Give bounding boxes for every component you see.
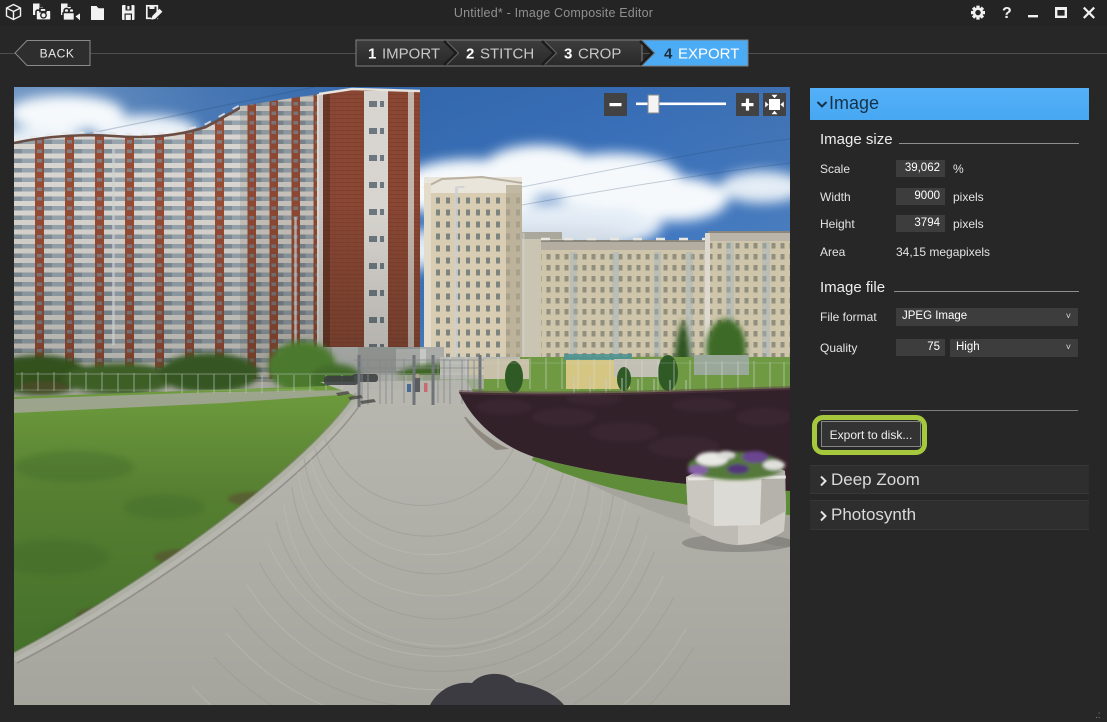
svg-text:IMPORT: IMPORT xyxy=(382,46,440,63)
svg-text:STITCH: STITCH xyxy=(480,46,534,63)
svg-text:CROP: CROP xyxy=(578,46,621,63)
svg-text:EXPORT: EXPORT xyxy=(678,46,739,63)
svg-text:BACK: BACK xyxy=(40,47,75,61)
svg-text:2: 2 xyxy=(466,46,474,63)
svg-text:1: 1 xyxy=(368,46,376,63)
svg-text:3: 3 xyxy=(564,46,572,63)
svg-text:?: ? xyxy=(1002,5,1012,22)
svg-text:4: 4 xyxy=(664,46,673,63)
